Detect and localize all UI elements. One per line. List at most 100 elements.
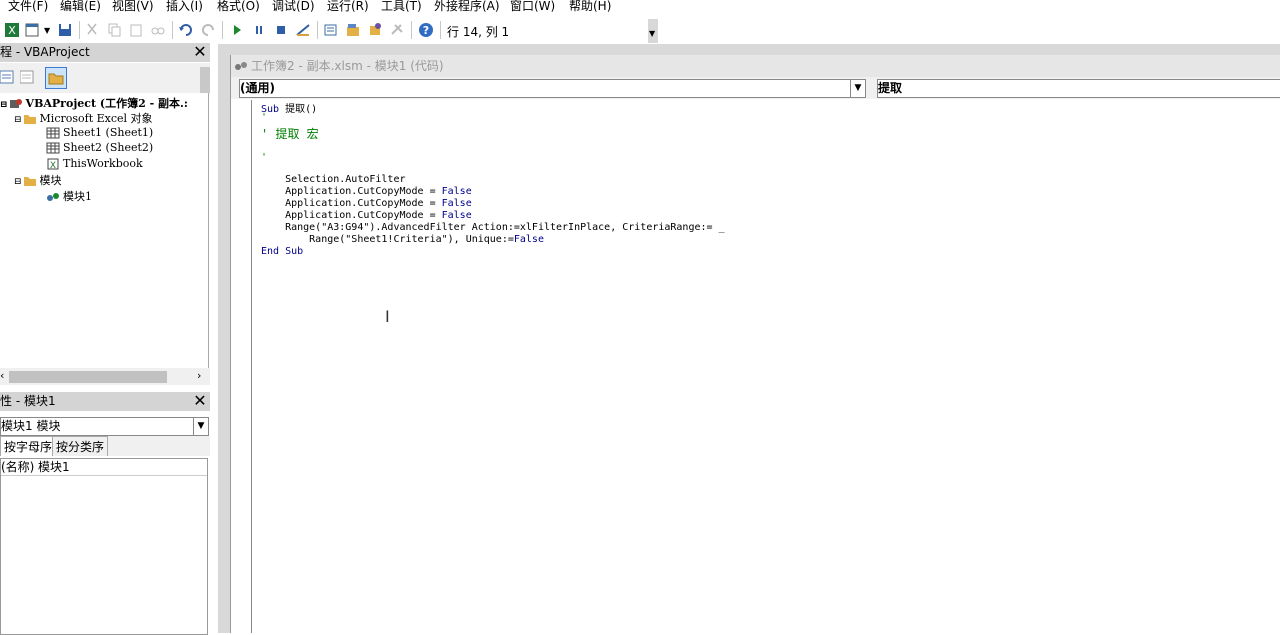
property-value[interactable]: 模块1 [38,459,70,475]
menu-window[interactable]: 窗口(W) [510,0,555,14]
properties-tabs: 按字母序 按分类序 [0,436,210,456]
pane-scroll-stub[interactable] [200,67,210,93]
reset-icon[interactable] [273,22,289,38]
toggle-folders-button[interactable] [45,67,67,89]
chevron-down-icon[interactable]: ▼ [850,80,865,97]
save-icon[interactable] [57,22,73,38]
project-explorer-toolbar [0,63,210,93]
code-line-4: ' [261,152,268,163]
code-line-10: Range("Sheet1!Criteria"), Unique:=False [261,234,544,245]
project-explorer-title: 程 - VBAProject ✕ [0,43,210,62]
code-line-5: Selection.AutoFilter [261,174,406,185]
project-tree: ⊟ VBAProject (工作簿2 - 副本.: ⊟ Microsoft Exce… [0,93,209,368]
help-icon[interactable]: ? [418,22,434,38]
menu-edit[interactable]: 编辑(E) [60,0,101,14]
property-row-name[interactable]: (名称) 模块1 [1,459,207,476]
menu-tools[interactable]: 工具(T) [381,0,422,14]
property-key: (名称) [1,460,35,474]
menu-help[interactable]: 帮助(H) [569,0,611,14]
code-margin[interactable] [231,100,252,633]
view-object-icon[interactable] [20,70,34,84]
code-line-8: Application.CutCopyMode = False [261,210,472,221]
folder-open-icon [23,177,36,186]
project-explorer-title-text: 程 - VBAProject [0,45,90,59]
tree-node-modules[interactable]: ⊟ 模块 [14,172,62,188]
folder-icon [48,73,64,85]
tree-node-sheet1[interactable]: Sheet1 (Sheet1) [46,126,153,139]
dropdown-arrow-icon[interactable]: ▼ [44,26,50,35]
workbook-icon: X [47,158,59,170]
toolbar-options-icon[interactable]: ▼ [649,29,655,38]
close-properties-icon[interactable]: ✕ [192,393,208,409]
svg-text:X: X [8,24,16,37]
menu-bar: 文件(F) 编辑(E) 视图(V) 插入(I) 格式(O) 调试(D) 运行(R… [0,0,1280,16]
view-code-icon[interactable] [0,70,14,84]
object-combo-text: (通用) [240,81,275,95]
text-cursor-icon: Ⅰ [385,307,390,326]
procedure-combo-text: 提取 [878,81,903,95]
cursor-position: 行 14, 列 1 [447,25,510,39]
copy-icon [108,23,121,37]
menu-file[interactable]: 文件(F) [8,0,48,14]
worksheet-icon [46,127,60,139]
menu-format[interactable]: 格式(O) [217,0,260,14]
code-line-2: ' [261,112,268,123]
properties-title-text: 性 - 模块1 [0,394,56,408]
tree-node-thisworkbook[interactable]: X ThisWorkbook [46,157,143,170]
menu-run[interactable]: 运行(R) [327,0,369,14]
code-editor[interactable]: Sub 提取() ' ' 提取 宏 ' Selection.AutoFilter… [261,100,1271,630]
menu-addins[interactable]: 外接程序(A) [434,0,500,14]
project-hscrollbar[interactable]: ‹ › [0,368,210,385]
undo-icon[interactable] [178,22,194,38]
close-project-explorer-icon[interactable]: ✕ [192,44,208,60]
menu-debug[interactable]: 调试(D) [272,0,315,14]
toolbar-grip[interactable]: ▼ [648,19,658,43]
vbaproject-icon [9,99,22,108]
tree-node-module1[interactable]: 模块1 [46,188,92,204]
tree-node-vbaproject[interactable]: ⊟ VBAProject (工作簿2 - 副本.: [0,95,188,111]
properties-grid: (名称) 模块1 [0,458,208,635]
excel-icon[interactable]: X [4,22,20,38]
code-line-11: End Sub [261,246,304,257]
break-icon[interactable] [251,22,267,38]
svg-text:?: ? [423,24,429,37]
project-explorer-icon[interactable] [323,22,339,38]
module-icon [235,62,247,70]
code-line-7: Application.CutCopyMode = False [261,198,472,209]
toolbox-icon [391,24,403,35]
standard-toolbar: X ▼ ? 行 14, 列 1 ▼ [0,17,658,44]
find-icon [151,27,165,35]
svg-text:X: X [50,161,56,170]
object-combo[interactable]: (通用) ▼ [239,79,866,98]
properties-title: 性 - 模块1 ✕ [0,392,210,411]
scroll-thumb[interactable] [9,371,167,383]
tree-node-sheet2[interactable]: Sheet2 (Sheet2) [46,141,153,154]
paste-icon [130,24,142,37]
properties-object-combo[interactable]: 模块1 模块 ▼ [0,417,209,436]
code-window-title: 工作簿2 - 副本.xlsm - 模块1 (代码) [231,55,1280,77]
run-icon[interactable] [229,22,245,38]
insert-userform-icon[interactable] [24,22,40,38]
chevron-down-icon[interactable]: ▼ [193,418,208,435]
code-line-9: Range("A3:G94").AdvancedFilter Action:=x… [261,222,725,233]
object-browser-icon[interactable] [367,22,383,38]
menu-view[interactable]: 视图(V) [112,0,154,14]
code-window-title-text: 工作簿2 - 副本.xlsm - 模块1 (代码) [251,59,444,73]
properties-window-icon[interactable] [345,22,361,38]
cut-icon [87,23,97,35]
code-line-1: Sub 提取() [261,104,318,115]
worksheet-icon [46,142,60,154]
tree-node-excel-objects[interactable]: ⊟ Microsoft Excel 对象 [14,110,153,126]
scroll-right-icon[interactable]: › [197,369,201,382]
design-mode-icon[interactable] [295,22,311,38]
code-line-3: ' 提取 宏 [261,127,319,141]
procedure-combo[interactable]: 提取 [877,79,1280,98]
code-combo-bar: (通用) ▼ 提取 [231,77,1280,99]
code-window: 工作簿2 - 副本.xlsm - 模块1 (代码) (通用) ▼ 提取 Sub … [230,55,1280,633]
tab-alphabetic[interactable]: 按字母序 [0,436,57,456]
scroll-left-icon[interactable]: ‹ [0,369,4,382]
menu-insert[interactable]: 插入(I) [166,0,203,14]
tab-categorized[interactable]: 按分类序 [52,436,109,456]
redo-icon [202,24,214,36]
folder-open-icon [23,115,36,124]
